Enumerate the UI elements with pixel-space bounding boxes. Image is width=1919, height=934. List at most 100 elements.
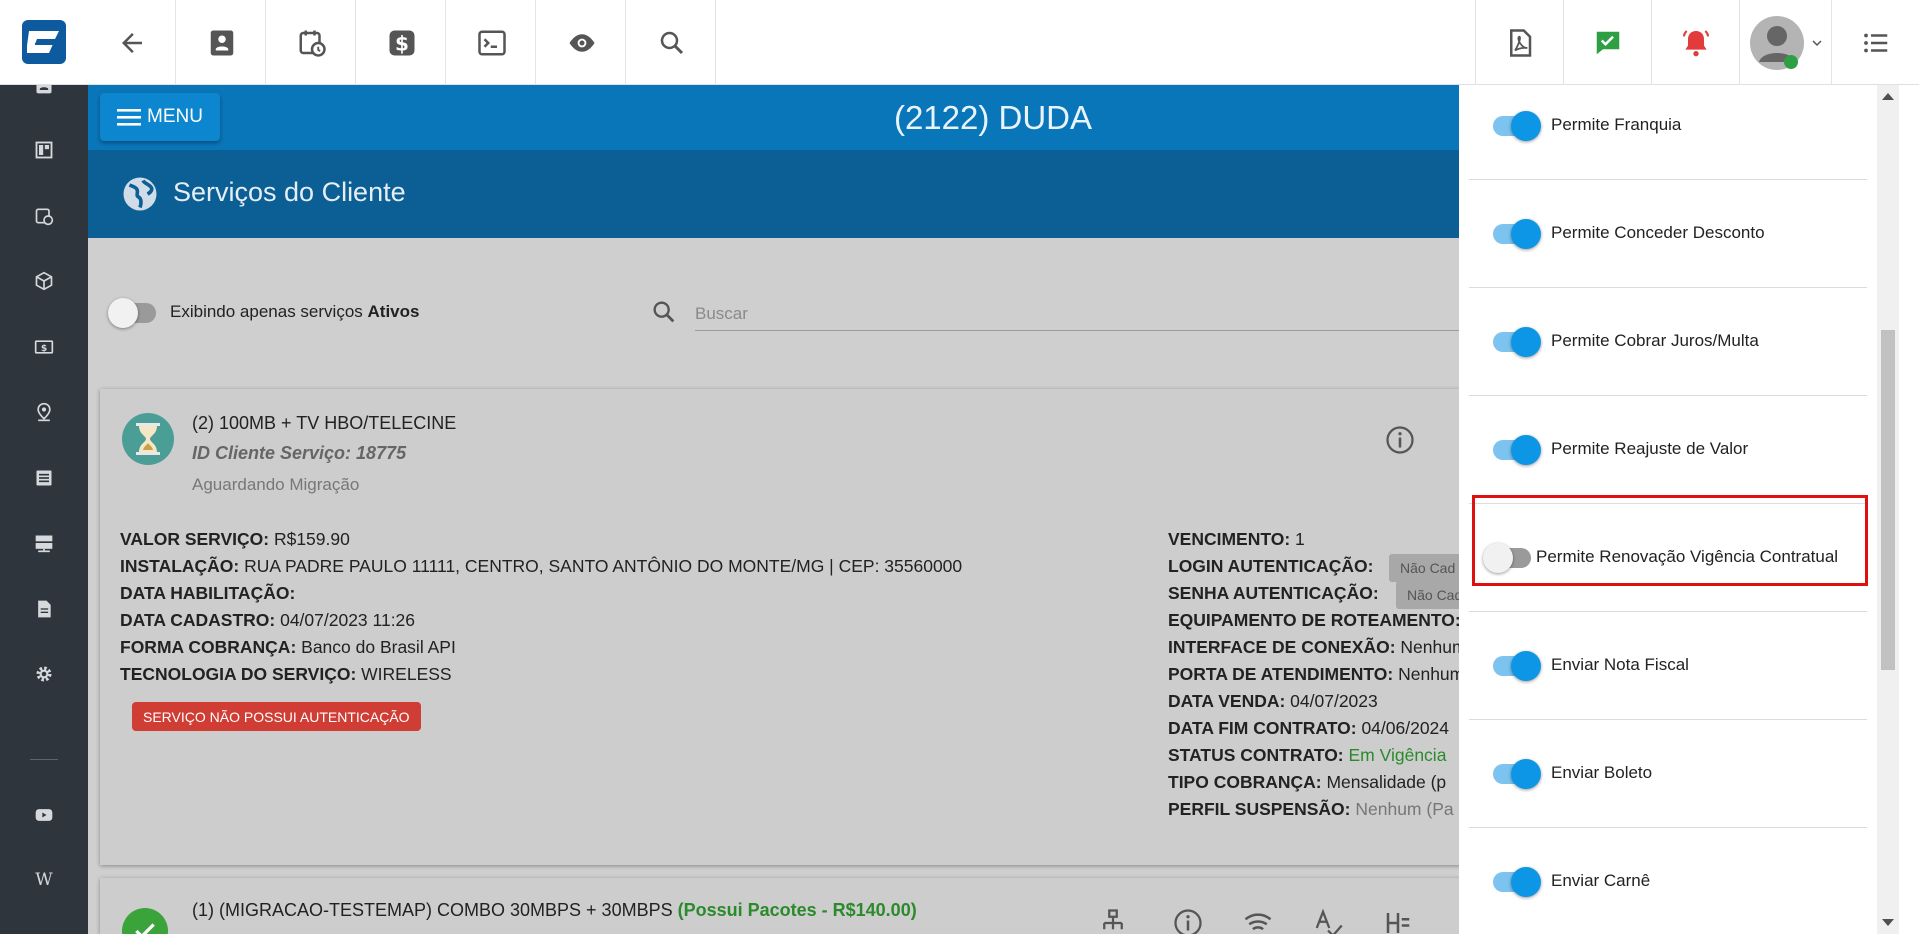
dollar-bill-icon: $	[34, 340, 54, 354]
service-title: (1) (MIGRACAO-TESTEMAP) COMBO 30MBPS + 3…	[192, 900, 917, 920]
list-doc-icon	[36, 470, 52, 486]
permission-row: Enviar Nota Fiscal	[1469, 612, 1867, 720]
sidebar-item-videos[interactable]	[0, 793, 88, 837]
active-services-label: Exibindo apenas serviços Ativos	[170, 302, 420, 321]
financial-button[interactable]: $	[358, 0, 446, 85]
sidebar-item-schedule[interactable]	[0, 194, 88, 238]
youtube-icon	[35, 809, 53, 821]
alerts-button[interactable]	[1651, 0, 1739, 85]
sidebar-item-inventory[interactable]	[0, 259, 88, 303]
sidebar-item-settings[interactable]	[0, 652, 88, 696]
dollar-icon: $	[389, 30, 414, 55]
wiki-icon: W	[35, 870, 53, 890]
field-interface-conexao: INTERFACE DE CONEXÃO: Nenhum	[1168, 637, 1467, 657]
service-card: (1) (MIGRACAO-TESTEMAP) COMBO 30MBPS + 3…	[100, 878, 1548, 934]
scroll-thumb[interactable]	[1881, 330, 1895, 670]
back-button[interactable]	[88, 0, 176, 85]
list-icon	[1863, 33, 1887, 52]
field-data-cadastro: DATA CADASTRO: 04/07/2023 11:26	[120, 610, 416, 630]
terminal-button[interactable]	[448, 0, 536, 85]
sidebar-item-location[interactable]	[0, 390, 88, 434]
top-toolbar: $	[0, 0, 1919, 85]
field-data-habilitacao: DATA HABILITAÇÃO:	[120, 583, 296, 603]
section-header: Serviços do Cliente	[88, 150, 1548, 238]
info-icon[interactable]	[1385, 425, 1415, 455]
contact-button[interactable]	[178, 0, 266, 85]
document-icon	[38, 600, 51, 618]
sidebar-nav: $ W	[0, 76, 88, 934]
info-icon[interactable]	[1173, 908, 1203, 934]
back-arrow-icon	[121, 32, 142, 53]
field-tipo-cobranca: TIPO COBRANÇA: Mensalidade (p	[1168, 772, 1447, 792]
permission-label: Permite Reajuste de Valor	[1551, 439, 1749, 458]
pdf-icon	[1509, 28, 1531, 57]
dashboard-icon	[35, 141, 53, 159]
view-button[interactable]	[538, 0, 626, 85]
service-card: (2) 100MB + TV HBO/TELECINE ID Cliente S…	[100, 389, 1548, 865]
heading-icon[interactable]	[1383, 908, 1413, 934]
permission-toggle-nota-fiscal[interactable]	[1493, 651, 1541, 681]
permission-label: Permite Cobrar Juros/Multa	[1551, 331, 1759, 350]
sidebar-item-wiki[interactable]: W	[0, 858, 88, 902]
permission-row: Enviar Carnê	[1469, 828, 1867, 934]
scroll-down-arrow[interactable]	[1882, 919, 1894, 926]
sidebar-item-dashboard[interactable]	[0, 128, 88, 172]
service-id: ID Cliente Serviço: 18775	[192, 443, 407, 463]
svg-text:$: $	[41, 343, 47, 354]
sidebar-item-records[interactable]	[0, 456, 88, 500]
highlight-box	[1472, 495, 1868, 586]
permission-toggle-carne[interactable]	[1493, 867, 1541, 897]
user-avatar	[1749, 15, 1804, 70]
schedule-button[interactable]	[268, 0, 356, 85]
field-forma-cobranca: FORMA COBRANÇA: Banco do Brasil API	[120, 637, 456, 657]
section-title: Serviços do Cliente	[173, 177, 406, 207]
server-icon	[35, 535, 53, 553]
messages-button[interactable]	[1563, 0, 1651, 85]
permission-toggle-franquia[interactable]	[1493, 111, 1541, 141]
field-data-fim-contrato: DATA FIM CONTRATO: 04/06/2024	[1168, 718, 1450, 738]
sidebar-item-financial[interactable]: $	[0, 325, 88, 369]
terminal-icon	[477, 30, 506, 55]
active-services-toggle[interactable]	[108, 298, 156, 328]
location-user-icon	[37, 402, 51, 422]
sidebar-divider	[30, 759, 58, 760]
client-header: MENU (2122) DUDA	[88, 85, 1548, 150]
scroll-up-arrow[interactable]	[1882, 93, 1894, 100]
permission-label: Permite Conceder Desconto	[1551, 223, 1765, 242]
permission-row: Permite Conceder Desconto	[1469, 180, 1867, 288]
chat-check-icon	[1596, 31, 1619, 54]
permission-label: Enviar Boleto	[1551, 763, 1653, 782]
calendar-clock-icon	[299, 30, 326, 57]
app-logo[interactable]	[22, 20, 66, 64]
permission-toggle-reajuste[interactable]	[1493, 435, 1541, 465]
permission-toggle-boleto[interactable]	[1493, 759, 1541, 789]
panel-scrollbar[interactable]	[1877, 85, 1899, 934]
search-input[interactable]	[695, 297, 1465, 331]
pdf-button[interactable]	[1475, 0, 1563, 85]
service-title: (2) 100MB + TV HBO/TELECINE	[192, 413, 457, 433]
network-icon[interactable]	[1098, 908, 1128, 934]
permission-row: Enviar Boleto	[1469, 720, 1867, 828]
field-perfil-suspensao: PERFIL SUSPENSÃO: Nenhum (Pa	[1168, 799, 1454, 819]
login-status-badge: Não Cad	[1389, 554, 1467, 582]
permission-label: Enviar Nota Fiscal	[1551, 655, 1689, 674]
permission-toggle-desconto[interactable]	[1493, 219, 1541, 249]
options-button[interactable]	[1831, 0, 1919, 85]
spellcheck-icon[interactable]	[1313, 908, 1343, 934]
field-senha-autenticacao: SENHA AUTENTICAÇÃO:	[1168, 583, 1379, 603]
field-status-contrato: STATUS CONTRATO: Em Vigência	[1168, 745, 1447, 765]
wifi-icon[interactable]	[1243, 908, 1273, 934]
user-menu[interactable]	[1739, 0, 1831, 85]
search-button[interactable]	[628, 0, 716, 85]
contact-card-icon	[210, 30, 233, 55]
eye-icon	[569, 33, 594, 52]
sidebar-item-servers[interactable]	[0, 521, 88, 565]
service-status: Aguardando Migração	[192, 475, 360, 494]
sidebar-item-documents[interactable]	[0, 587, 88, 631]
permission-toggle-juros-multa[interactable]	[1493, 327, 1541, 357]
search-icon	[653, 301, 675, 323]
calendar-clock-icon	[35, 208, 54, 226]
field-data-venda: DATA VENDA: 04/07/2023	[1168, 691, 1378, 711]
bell-alert-icon	[1682, 29, 1709, 56]
gear-icon	[36, 666, 52, 682]
